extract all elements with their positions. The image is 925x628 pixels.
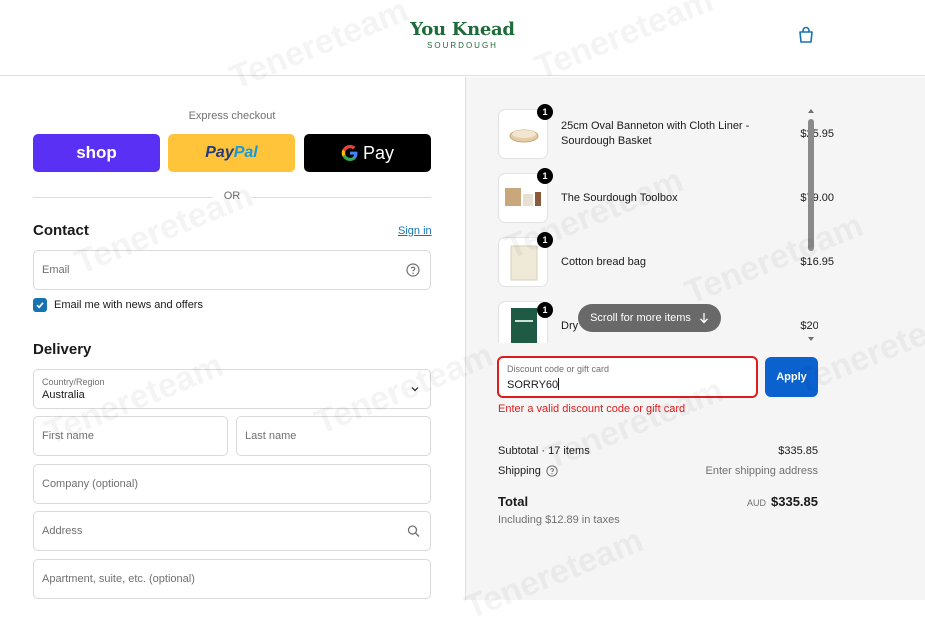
email-field[interactable]: Email [33,250,431,290]
shipping-value: Enter shipping address [705,465,818,477]
item-name: 25cm Oval Banneton with Cloth Liner - So… [561,120,750,147]
logo-title: You Knead [410,19,515,40]
help-circle-icon[interactable] [546,465,558,477]
discount-error: Enter a valid discount code or gift card [498,403,686,415]
email-placeholder: Email [42,264,70,276]
header: You Knead SOURDOUGH [0,0,925,76]
total-row: Total AUD $335.85 [498,494,818,509]
paypal-label-part1: Pay [205,144,234,161]
help-circle-icon[interactable] [406,263,420,277]
apartment-placeholder: Apartment, suite, etc. (optional) [42,573,195,585]
checkmark-icon [36,302,44,309]
checkout-form: Express checkout shop Pay Pal Pay OR Cont… [0,77,465,600]
google-g-icon [341,145,358,161]
scroll-hint-button[interactable]: Scroll for more items [578,304,721,332]
quantity-badge: 1 [537,302,553,318]
quantity-badge: 1 [537,232,553,248]
total-label: Total [498,494,529,509]
last-name-field[interactable]: Last name [236,416,431,456]
paypal-label-part2: Pal [233,144,258,161]
quantity-badge: 1 [537,168,553,184]
country-value: Australia [42,389,85,401]
line-item: 1 The Sourdough Toolbox $79.00 [498,168,834,225]
subtotal-label: Subtotal · 17 items [498,445,590,457]
currency-code: AUD [746,498,766,508]
quantity-badge: 1 [537,104,553,120]
discount-label: Discount code or gift card [507,364,610,374]
scroll-thumb[interactable] [808,119,814,251]
shipping-label: Shipping [498,465,541,477]
paypal-button[interactable]: Pay Pal [168,134,295,172]
shipping-row: Shipping Enter shipping address [498,465,818,477]
address-field[interactable]: Address [33,511,431,551]
order-summary: 1 25cm Oval Banneton with Cloth Liner - … [465,77,925,600]
apply-button[interactable]: Apply [765,357,818,397]
items-scrollbar[interactable] [805,107,817,343]
express-checkout-label: Express checkout [188,110,276,122]
last-name-placeholder: Last name [245,430,297,442]
shopping-bag-icon[interactable] [796,25,816,45]
product-thumbnail: 1 [498,301,553,343]
apartment-field[interactable]: Apartment, suite, etc. (optional) [33,559,431,599]
item-price: $25.95 [800,128,834,140]
scroll-hint-text: Scroll for more items [590,312,691,324]
chevron-down-icon [411,387,419,392]
product-thumbnail: 1 [498,104,553,159]
scroll-up-arrow-icon[interactable] [805,107,817,115]
logo-subtitle: SOURDOUGH [427,41,498,50]
item-name: The Sourdough Toolbox [561,191,678,204]
company-placeholder: Company (optional) [42,478,138,490]
newsletter-label: Email me with news and offers [54,299,203,311]
subtotal-row: Subtotal · 17 items $335.85 [498,445,818,457]
address-placeholder: Address [42,525,83,537]
line-item: 1 25cm Oval Banneton with Cloth Liner - … [498,104,834,161]
scroll-down-arrow-icon[interactable] [805,335,817,343]
newsletter-checkbox[interactable] [33,298,47,312]
product-thumbnail: 1 [498,168,553,223]
discount-code-field[interactable]: Discount code or gift card SORRY60 [497,356,758,398]
or-text: OR [223,190,241,202]
country-select[interactable]: Country/Region Australia [33,369,431,409]
sign-in-link[interactable]: Sign in [398,225,432,237]
subtotal-value: $335.85 [778,445,818,457]
item-price: $79.00 [800,192,834,204]
line-item: 1 Cotton bread bag $16.95 [498,232,834,289]
or-divider: OR [33,190,431,204]
google-pay-button[interactable]: Pay [304,134,431,172]
shop-pay-button[interactable]: shop [33,134,160,172]
discount-value: SORRY60 [507,378,560,391]
item-price: $16.95 [800,256,834,268]
product-thumbnail: 1 [498,232,553,287]
company-field[interactable]: Company (optional) [33,464,431,504]
first-name-field[interactable]: First name [33,416,228,456]
search-icon [407,525,420,537]
google-pay-label: Pay [362,142,395,163]
taxes-note: Including $12.89 in taxes [498,514,620,526]
delivery-title: Delivery [33,341,92,358]
total-value: $335.85 [771,494,818,509]
contact-title: Contact [33,222,89,239]
shop-pay-label: shop [76,143,117,162]
item-name: Cotton bread bag [561,255,647,268]
store-logo[interactable]: You Knead SOURDOUGH [0,19,925,50]
first-name-placeholder: First name [42,430,94,442]
country-label: Country/Region [42,377,105,387]
arrow-down-icon [699,313,708,324]
